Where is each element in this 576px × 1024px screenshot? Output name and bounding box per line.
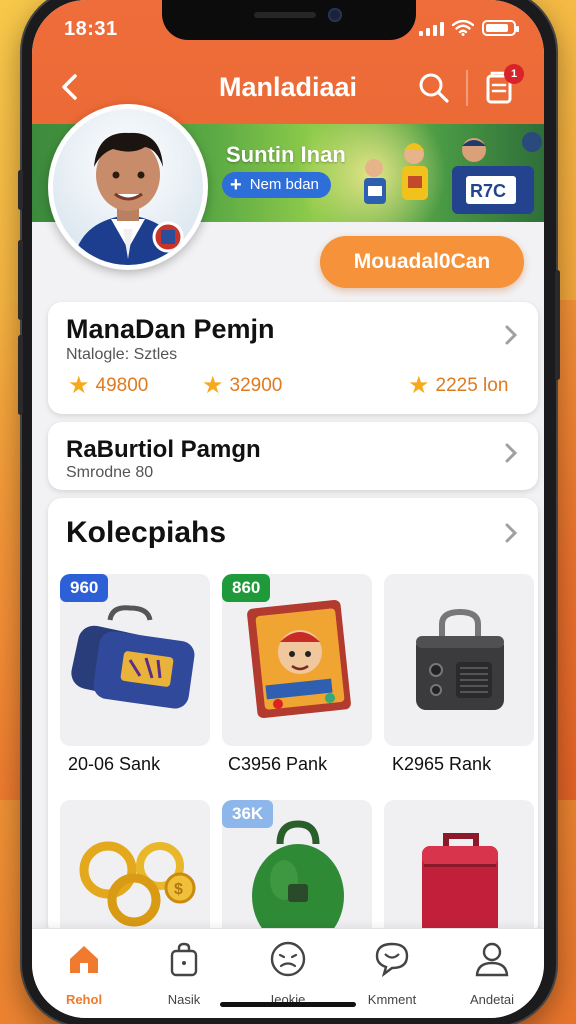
speaker-box-illustration (416, 608, 504, 710)
profile-card-title: ManaDan Pemjn (66, 314, 275, 344)
speaker-grille (254, 12, 316, 18)
back-button[interactable] (58, 72, 84, 102)
secondary-card-subtitle: Smrodne 80 (66, 464, 154, 481)
item-tag: 36K (222, 800, 274, 828)
svg-text:$: $ (174, 881, 183, 898)
stat-3-value: 2225 lon (435, 375, 509, 396)
cart-badge: 1 (504, 64, 524, 84)
collection-item-label: 20-06 Sank (68, 754, 161, 774)
tab-label: Rehol (65, 992, 103, 1007)
banner-button[interactable]: + Nem bdan (222, 172, 331, 198)
star-icon: ★ (68, 372, 90, 399)
plus-icon: + (230, 174, 242, 196)
collection-card: Kolecpiahs 960 20-06 Sank 860 C3956 Pank… (48, 498, 538, 972)
collection-item[interactable] (384, 574, 534, 746)
stat-2-value: 32900 (229, 375, 283, 396)
divider (466, 70, 468, 106)
chevron-left-icon (62, 74, 77, 100)
volume-down-button (18, 335, 23, 415)
banner-button-label: Nem bdan (249, 176, 319, 193)
person-icon (475, 942, 509, 977)
battery-icon (482, 20, 519, 36)
collection-item[interactable]: 860 (222, 574, 372, 746)
profile-card[interactable]: ManaDan Pemjn Ntalogle: Sztles ★ 49800 ★… (48, 302, 538, 414)
stat-1: ★ 49800 (68, 374, 148, 398)
star-icon: ★ (408, 372, 430, 399)
tab-label: Nasik (167, 992, 201, 1007)
secondary-card-title: RaBurtiol Pamgn (66, 436, 261, 463)
tab-friends[interactable]: Ieokie (240, 939, 336, 1009)
tab-label: Kmment (367, 992, 417, 1007)
stat-3: ★ 2225 lon (408, 374, 508, 398)
item-tag: 860 (222, 574, 271, 602)
stat-1-value: 49800 (95, 375, 149, 396)
tab-profile[interactable]: Andetai (444, 939, 540, 1009)
front-camera (328, 8, 342, 22)
collection-title: Kolecpiahs (66, 516, 227, 549)
search-button[interactable] (416, 70, 452, 106)
volume-up-button (18, 240, 23, 320)
home-icon (70, 946, 98, 973)
face-icon (270, 941, 306, 977)
banner-illustration: R7C (364, 132, 542, 214)
chevron-right-icon (502, 324, 520, 346)
home-indicator[interactable] (220, 1002, 356, 1007)
avatar-illustration (53, 109, 203, 265)
svg-text:R7C: R7C (470, 181, 506, 201)
chat-icon (375, 942, 409, 978)
mute-switch (18, 170, 23, 210)
collection-item-label: K2965 Rank (392, 754, 492, 774)
signal-icon (419, 20, 444, 36)
tab-home[interactable]: Rehol (36, 939, 132, 1009)
collection-item-label: C3956 Pank (228, 754, 328, 774)
chevron-right-icon (502, 442, 520, 464)
collection-item[interactable]: 960 (60, 574, 210, 746)
avatar[interactable] (48, 104, 208, 270)
power-button (555, 270, 560, 380)
tab-comments[interactable]: Kmment (344, 939, 440, 1009)
profile-card-subtitle: Ntalogle: Sztles (66, 346, 178, 363)
follow-button[interactable]: Mouadal0Can (320, 236, 524, 288)
app-screen: 18:31 Manladiaai 1 Suntin Inan + Nem bda… (32, 0, 544, 1018)
star-icon: ★ (202, 372, 224, 399)
chevron-right-icon[interactable] (502, 522, 520, 544)
notch (162, 0, 416, 40)
banner-title: Suntin Inan (226, 142, 346, 167)
battery-level (486, 24, 509, 32)
status-icons (419, 20, 519, 36)
tab-label: Andetai (469, 992, 515, 1007)
cart-button[interactable]: 1 (482, 64, 524, 106)
secondary-card[interactable]: RaBurtiol Pamgn Smrodne 80 (48, 422, 538, 490)
status-time: 18:31 (64, 18, 118, 40)
search-icon (419, 73, 449, 103)
stat-2: ★ 32900 (202, 374, 282, 398)
item-tag: 960 (60, 574, 109, 602)
bag-icon (170, 942, 198, 977)
wifi-icon (452, 20, 474, 36)
page-title: Manladiaai (218, 72, 358, 102)
tab-shop[interactable]: Nasik (136, 939, 232, 1009)
